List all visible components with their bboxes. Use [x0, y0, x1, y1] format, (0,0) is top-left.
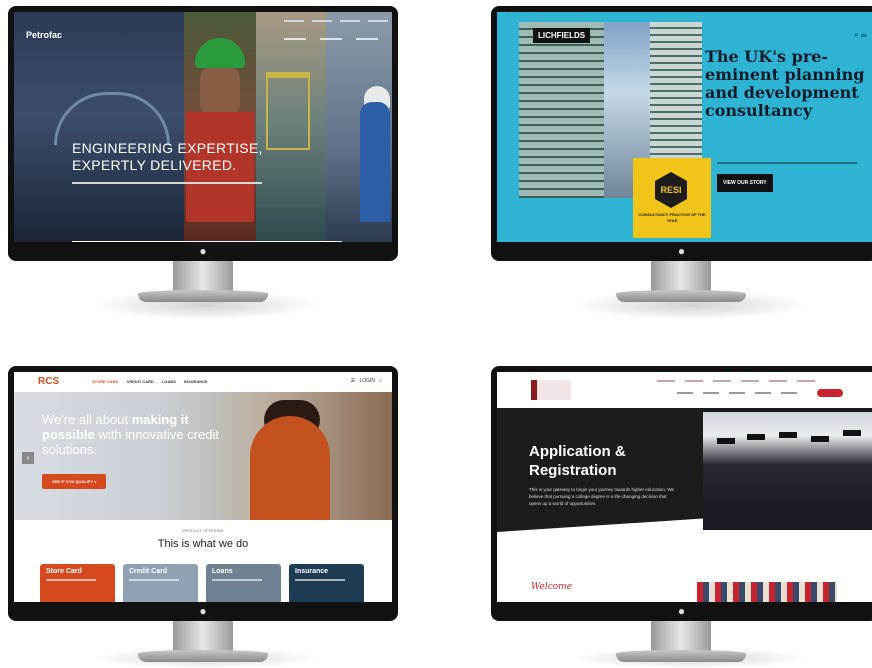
card-credit-card[interactable]: Credit Card	[123, 564, 198, 602]
search-icon[interactable]: ⌕	[379, 378, 382, 384]
apple-logo-icon: ●	[199, 604, 207, 618]
card-insurance[interactable]: Insurance	[289, 564, 364, 602]
monitor-stand	[138, 650, 268, 662]
hero-subtext	[72, 182, 262, 184]
login-link[interactable]: LOGIN	[359, 378, 375, 384]
site-logo[interactable]: LICHFIELDS	[533, 28, 591, 43]
engineer-figure	[360, 102, 390, 222]
nav-insurance[interactable]: INSURANCE	[184, 379, 208, 384]
main-nav[interactable]: STORE CARD CREDIT CARD LOANS INSURANCE	[92, 379, 208, 384]
qualify-button[interactable]: SEE IF YOU QUALIFY >	[42, 474, 107, 489]
hero-headline: The UK's pre-eminent planning and develo…	[705, 47, 865, 120]
hero-body-text: This is your gateway to begin your journ…	[529, 487, 674, 506]
apply-button[interactable]	[817, 389, 843, 397]
apple-logo-icon: ●	[677, 244, 686, 258]
site-logo[interactable]: RCS	[38, 376, 59, 387]
monitor-screen: Petrofac ENGINEERING EXPERTISE, EXPERTLY…	[14, 12, 392, 242]
main-nav[interactable]	[677, 392, 797, 394]
nav-loans[interactable]: LOANS	[162, 379, 176, 384]
carousel-prev-icon[interactable]: ‹	[22, 452, 34, 464]
nav-credit-card[interactable]: CREDIT CARD	[126, 379, 154, 384]
welcome-heading: Welcome	[531, 582, 573, 592]
top-nav[interactable]	[284, 20, 392, 22]
grad-cap	[747, 434, 765, 440]
worker-face	[200, 68, 240, 114]
product-cards: Store Card Credit Card Loans Insurance	[40, 564, 364, 602]
sub-nav[interactable]	[284, 38, 378, 40]
monitor-lichfields: LICHFIELDS ⌕ ☰ The UK's pre-eminent plan…	[491, 6, 872, 306]
grad-cap	[717, 438, 735, 444]
grad-cap	[779, 432, 797, 438]
monitor-neck	[651, 261, 711, 291]
apple-logo-icon: ●	[199, 244, 207, 258]
monitor-rcs: RCS STORE CARD CREDIT CARD LOANS INSURAN…	[8, 366, 398, 666]
section-title: This is what we do	[157, 538, 249, 550]
monitor-screen: Application & Registration This is your …	[497, 372, 872, 602]
monitor-petrofac: Petrofac ENGINEERING EXPERTISE, EXPERTLY…	[8, 6, 398, 306]
hero-headline: Application & Registration	[529, 443, 626, 479]
hero-headline-line2: EXPERTLY DELIVERED.	[72, 157, 237, 173]
hero-subtext	[717, 162, 857, 164]
search-bar[interactable]	[72, 241, 342, 242]
apple-logo-icon: ●	[677, 604, 686, 618]
hero-headline: ENGINEERING EXPERTISE, EXPERTLY DELIVERE…	[72, 140, 292, 174]
books-image	[697, 582, 837, 602]
hero-person	[250, 416, 330, 520]
card-store-card[interactable]: Store Card	[40, 564, 115, 602]
grad-cap	[843, 430, 861, 436]
hero-headline: We're all about making it possible with …	[42, 412, 220, 457]
monitor-neck	[173, 261, 233, 291]
section-label: PRODUCT OFFERING	[182, 528, 224, 533]
monitor-stand	[138, 290, 268, 302]
search-menu-icon[interactable]: ⌕ ☰	[854, 30, 867, 40]
monitor-stand	[616, 650, 746, 662]
monitor-screen: RCS STORE CARD CREDIT CARD LOANS INSURAN…	[14, 372, 392, 602]
award-badge-text: CONSULTANCY PRACTICE OF THE YEAR	[638, 212, 706, 223]
grad-cap	[811, 436, 829, 442]
header-right[interactable]: ☰ LOGIN ⌕	[351, 378, 382, 384]
top-nav[interactable]	[657, 380, 815, 382]
view-story-button[interactable]: VIEW OUR STORY	[717, 174, 773, 192]
monitor-neck	[651, 621, 711, 651]
monitor-stand	[616, 290, 746, 302]
monitor-application: Application & Registration This is your …	[491, 366, 872, 666]
monitor-neck	[173, 621, 233, 651]
nav-store-card[interactable]: STORE CARD	[92, 379, 118, 384]
monitor-screen: LICHFIELDS ⌕ ☰ The UK's pre-eminent plan…	[497, 12, 872, 242]
oil-rig-shape	[266, 72, 310, 150]
hero-headline-line1: ENGINEERING EXPERTISE,	[72, 140, 263, 156]
building-image-1	[519, 22, 604, 198]
card-loans[interactable]: Loans	[206, 564, 281, 602]
site-logo[interactable]	[531, 380, 571, 400]
site-logo[interactable]: Petrofac	[26, 30, 62, 40]
